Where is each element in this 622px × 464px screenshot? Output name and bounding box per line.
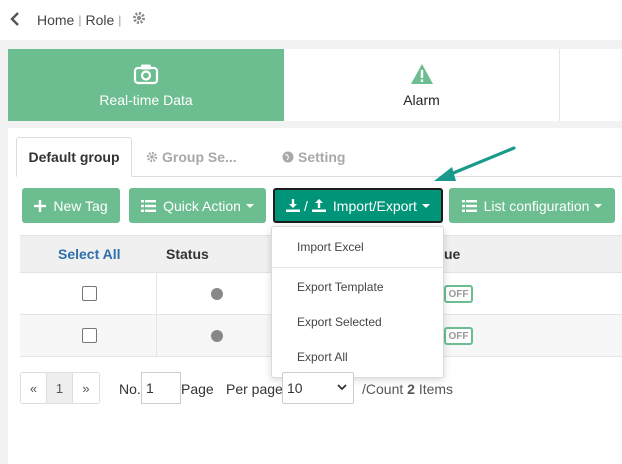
column-divider — [156, 273, 157, 315]
button-label: Import/Export — [332, 197, 417, 214]
next-page-button[interactable]: » — [73, 373, 99, 403]
card-empty — [560, 49, 622, 121]
count-value: 2 — [407, 381, 415, 397]
tab-setting[interactable]: Setting — [282, 137, 345, 177]
per-page-value: 10 — [287, 380, 303, 396]
prev-page-button[interactable]: « — [21, 373, 47, 403]
upload-icon — [311, 199, 326, 212]
warning-icon — [410, 62, 434, 86]
breadcrumb-separator: | — [118, 13, 122, 27]
tab-label: Group Se... — [162, 149, 237, 165]
globe-icon — [282, 151, 294, 163]
status-dot-icon — [211, 330, 223, 342]
value-toggle[interactable]: OFF — [444, 327, 473, 345]
camera-icon — [133, 62, 159, 86]
button-label: New Tag — [53, 197, 108, 214]
count-label: /Count — [362, 381, 404, 397]
view-cards: Real-time Data Alarm — [8, 49, 622, 121]
breadcrumb-home[interactable]: Home — [37, 12, 74, 28]
quick-action-button[interactable]: Quick Action — [129, 188, 266, 223]
button-label: Quick Action — [163, 197, 241, 214]
column-divider — [156, 315, 157, 357]
import-export-button[interactable]: / Import/Export — [273, 188, 443, 223]
card-alarm[interactable]: Alarm — [284, 49, 560, 121]
page-number-label: No. — [119, 381, 141, 397]
menu-item-export-template[interactable]: Export Template — [297, 280, 384, 294]
tab-default-group[interactable]: Default group — [16, 137, 132, 177]
new-tag-button[interactable]: New Tag — [22, 188, 120, 223]
page-number-input[interactable] — [141, 372, 181, 404]
menu-item-export-all[interactable]: Export All — [297, 350, 348, 364]
select-all-link[interactable]: Select All — [58, 246, 121, 262]
breadcrumb-separator: | — [78, 13, 82, 27]
pointer-arrow-icon — [434, 146, 516, 181]
count-text: /Count 2 Items — [362, 381, 453, 397]
page-label: Page — [181, 381, 214, 397]
per-page-label: Per page — [226, 381, 283, 397]
value-toggle[interactable]: OFF — [444, 285, 473, 303]
caret-down-icon — [245, 203, 254, 208]
items-label: Items — [418, 381, 454, 397]
tab-label: Default group — [28, 149, 120, 165]
gear-icon — [146, 151, 158, 163]
top-bar: Home | Role | — [0, 0, 622, 40]
separator-label: / — [304, 197, 308, 214]
tab-group-settings[interactable]: Group Se... — [146, 137, 237, 177]
list-configuration-button[interactable]: List configuration — [449, 188, 615, 223]
download-icon — [286, 199, 301, 212]
menu-divider — [272, 267, 443, 268]
status-column-header: Status — [166, 246, 209, 262]
chevron-down-icon — [337, 382, 347, 394]
list-icon — [461, 199, 477, 212]
gear-icon[interactable] — [132, 11, 146, 29]
page-button[interactable]: 1 — [47, 373, 73, 403]
row-checkbox[interactable] — [82, 286, 97, 301]
button-label: List configuration — [483, 197, 590, 214]
card-label: Alarm — [403, 92, 440, 108]
row-checkbox[interactable] — [82, 328, 97, 343]
breadcrumb-role[interactable]: Role — [85, 12, 114, 28]
card-real-time-data[interactable]: Real-time Data — [8, 49, 284, 121]
menu-item-import-excel[interactable]: Import Excel — [297, 240, 364, 254]
list-icon — [141, 199, 157, 212]
status-dot-icon — [211, 288, 223, 300]
plus-icon — [34, 199, 47, 212]
value-column-header: ue — [444, 246, 461, 262]
per-page-select[interactable]: 10 — [282, 372, 354, 404]
import-export-dropdown: Import Excel Export Template Export Sele… — [271, 226, 444, 378]
menu-item-export-selected[interactable]: Export Selected — [297, 315, 382, 329]
breadcrumb: Home | Role | — [37, 12, 125, 28]
back-icon[interactable] — [10, 12, 20, 31]
pagination: « 1 » — [20, 372, 100, 404]
tab-label: Setting — [298, 149, 346, 165]
caret-down-icon — [594, 203, 603, 208]
caret-down-icon — [421, 203, 430, 208]
card-label: Real-time Data — [99, 92, 193, 108]
